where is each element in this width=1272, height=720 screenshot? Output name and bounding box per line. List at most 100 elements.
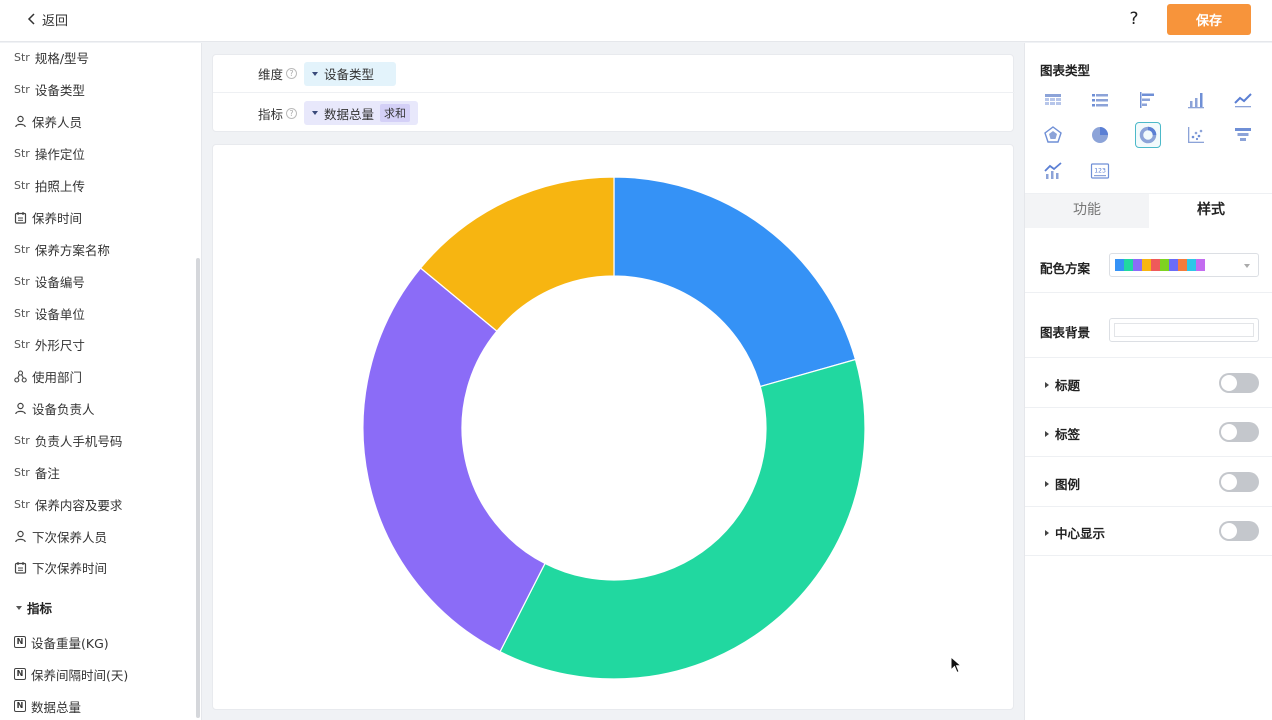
string-type-tag: Str [14, 146, 30, 160]
field-item[interactable]: Str 负责人手机号码 [14, 430, 122, 450]
string-type-tag: Str [14, 50, 30, 64]
field-label: 保养间隔时间(天) [31, 667, 129, 683]
field-label: 备注 [34, 465, 60, 481]
field-item[interactable]: Str 设备编号 [14, 271, 85, 291]
aggregation-badge[interactable]: 求和 [380, 104, 411, 122]
caret-right-icon [1045, 480, 1049, 487]
field-label: 设备单位 [34, 306, 85, 322]
field-item[interactable]: Str 操作定位 [14, 143, 85, 163]
string-type-tag: Str [14, 178, 30, 192]
number-type-icon: N [14, 636, 26, 648]
dimension-pill[interactable]: 设备类型 [304, 61, 396, 86]
field-item[interactable]: 保养时间 [14, 207, 82, 227]
field-item[interactable]: Str 保养内容及要求 [14, 494, 122, 514]
field-item[interactable]: 下次保养时间 [14, 557, 107, 577]
number-card-icon[interactable]: 123 [1087, 158, 1113, 184]
field-item[interactable]: Str 备注 [14, 462, 60, 482]
help-icon[interactable]: ? [1124, 8, 1144, 30]
properties-panel: 图表类型 123 功能 样式 配色方案 图表背景 标题 标签 图例 中心显示 [1024, 43, 1272, 720]
color-swatch [1196, 259, 1205, 271]
color-swatch [1133, 259, 1142, 271]
field-item[interactable]: Str 设备类型 [14, 79, 85, 99]
number-type-icon: N [14, 700, 26, 712]
color-scheme-select[interactable] [1109, 253, 1259, 277]
field-item[interactable]: Str 拍照上传 [14, 175, 85, 195]
save-button[interactable]: 保存 [1167, 4, 1251, 35]
field-label: 保养方案名称 [34, 242, 110, 258]
toggle-row: 标签 [1025, 408, 1272, 457]
metric-field-item[interactable]: N 保养间隔时间(天) [14, 664, 128, 684]
field-item[interactable]: Str 规格/型号 [14, 47, 89, 67]
field-label: 使用部门 [32, 369, 83, 385]
caret-right-icon [1045, 430, 1049, 437]
caret-right-icon [1045, 381, 1049, 388]
donut-slice-1[interactable] [499, 358, 866, 680]
combo-chart-icon[interactable] [1040, 158, 1066, 184]
list-icon[interactable] [1087, 87, 1113, 113]
field-label: 数据总量 [31, 699, 82, 715]
back-label: 返回 [42, 13, 69, 29]
field-item[interactable]: 下次保养人员 [14, 526, 107, 546]
string-type-tag: Str [14, 433, 30, 447]
toggle-switch[interactable] [1219, 472, 1259, 492]
collapse-section-header[interactable]: 标题 [1045, 375, 1080, 394]
toggle-knob [1221, 523, 1237, 539]
tab-function[interactable]: 功能 [1025, 194, 1149, 228]
collapse-section-header[interactable]: 中心显示 [1045, 523, 1105, 542]
color-swatch [1178, 259, 1187, 271]
collapse-section-header[interactable]: 图例 [1045, 474, 1080, 493]
toggle-switch[interactable] [1219, 521, 1259, 541]
pie-icon[interactable] [1087, 122, 1113, 148]
toggle-switch[interactable] [1219, 422, 1259, 442]
metrics-section-header[interactable]: 指标 [16, 598, 52, 617]
funnel-icon[interactable] [1230, 122, 1256, 148]
person-icon [14, 402, 27, 415]
bar-vertical-icon[interactable] [1183, 87, 1209, 113]
toggle-row: 中心显示 [1025, 507, 1272, 556]
caret-down-icon [312, 71, 318, 76]
field-label: 设备负责人 [32, 401, 95, 417]
back-button[interactable]: 返回 [26, 0, 68, 38]
field-item[interactable]: Str 外形尺寸 [14, 334, 85, 354]
calendar-icon [14, 211, 27, 224]
donut-icon[interactable] [1135, 122, 1161, 148]
chart-background-picker[interactable] [1109, 318, 1259, 342]
toggle-row: 标题 [1025, 359, 1272, 408]
help-circle-icon[interactable]: ? [286, 107, 298, 119]
chevron-left-icon [27, 13, 35, 25]
dimension-value: 设备类型 [324, 67, 375, 82]
field-panel-scrollbar[interactable] [196, 258, 200, 718]
toggle-knob [1221, 424, 1237, 440]
string-type-tag: Str [14, 82, 30, 96]
field-item[interactable]: 设备负责人 [14, 398, 95, 418]
collapse-section-header[interactable]: 标签 [1045, 424, 1080, 443]
metric-value: 数据总量 [324, 106, 375, 122]
background-color-preview [1114, 323, 1254, 337]
field-item[interactable]: Str 保养方案名称 [14, 239, 110, 259]
donut-slice-2[interactable] [362, 267, 546, 653]
line-chart-icon[interactable] [1230, 87, 1256, 113]
bar-horizontal-icon[interactable] [1135, 87, 1161, 113]
scatter-icon[interactable] [1183, 122, 1209, 148]
person-icon [14, 530, 27, 543]
field-label: 设备类型 [34, 82, 85, 98]
metric-pill[interactable]: 数据总量 求和 [304, 101, 419, 125]
field-label: 保养内容及要求 [34, 497, 123, 513]
donut-slice-0[interactable] [613, 176, 857, 388]
metric-field-item[interactable]: N 数据总量 [14, 696, 81, 716]
calendar-icon [14, 561, 27, 574]
metric-field-item[interactable]: N 设备重量(KG) [14, 632, 109, 652]
field-item[interactable]: 使用部门 [14, 366, 82, 386]
toggle-switch[interactable] [1219, 373, 1259, 393]
toggle-label: 标题 [1055, 378, 1081, 393]
radar-icon[interactable] [1040, 122, 1066, 148]
field-label: 设备重量(KG) [31, 635, 109, 651]
help-circle-icon[interactable]: ? [286, 68, 298, 79]
field-item[interactable]: 保养人员 [14, 111, 82, 131]
field-item[interactable]: Str 设备单位 [14, 303, 85, 323]
field-label: 保养时间 [32, 210, 83, 226]
chart-background-label: 图表背景 [1040, 325, 1091, 340]
chart-type-title: 图表类型 [1040, 63, 1091, 78]
tab-style[interactable]: 样式 [1149, 194, 1272, 228]
table-icon[interactable] [1040, 87, 1066, 113]
